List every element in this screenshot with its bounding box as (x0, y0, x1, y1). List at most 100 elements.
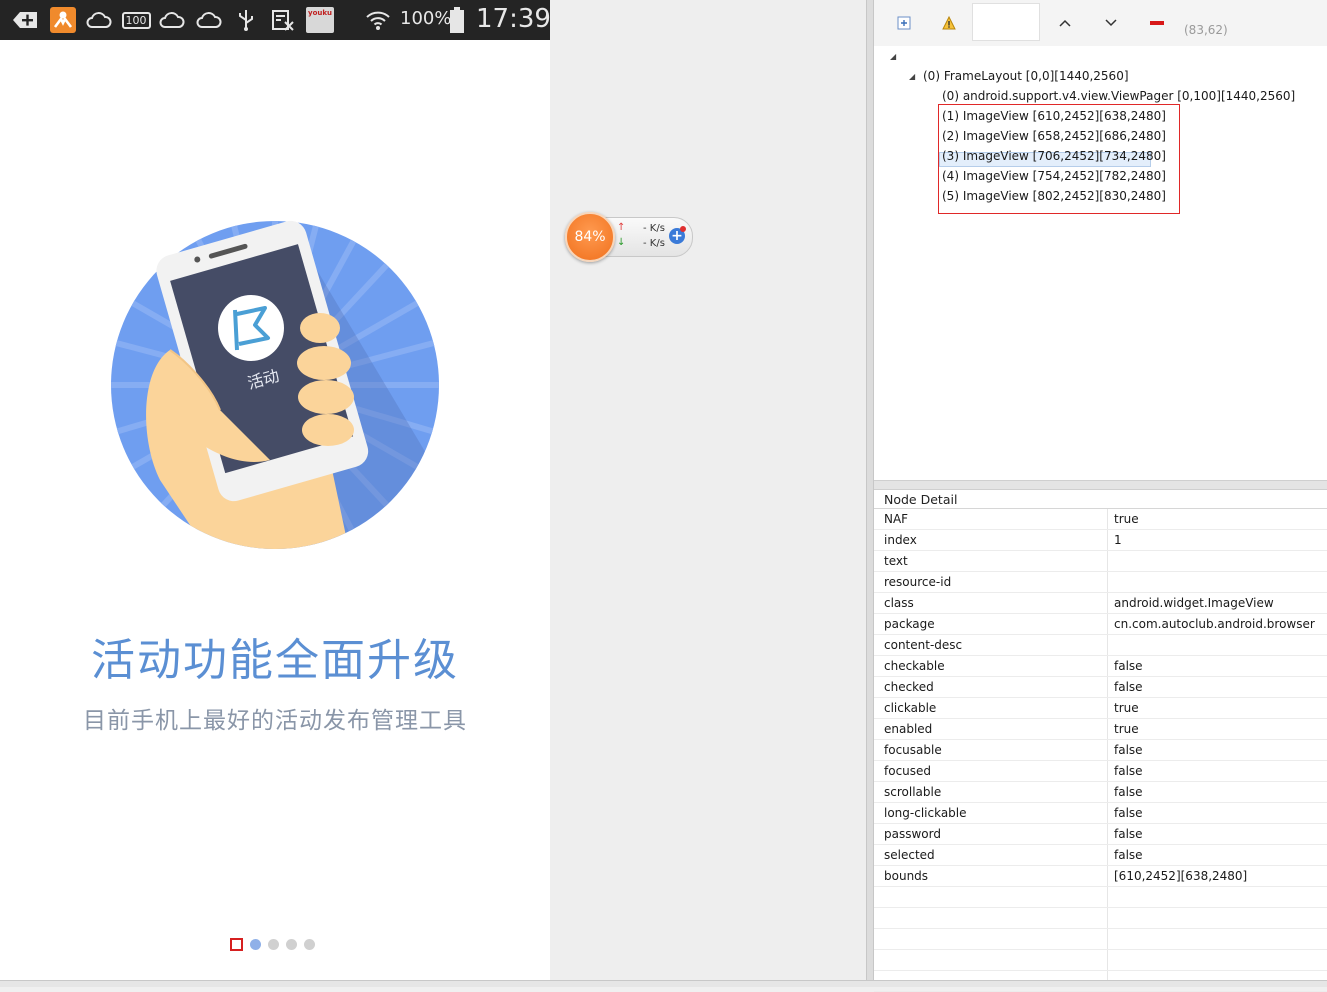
page-indicator (230, 937, 315, 951)
detail-key: resource-id (884, 575, 952, 589)
back-plus-icon (10, 5, 40, 35)
node-detail-title: Node Detail (884, 492, 958, 507)
detail-row[interactable]: enabled true (874, 719, 1327, 740)
detail-value: cn.com.autoclub.android.browser (1114, 617, 1315, 631)
page-dot-selected[interactable] (230, 937, 243, 951)
empty-canvas-area (550, 0, 868, 980)
page-dot[interactable] (286, 938, 297, 950)
upload-arrow-icon: ↑ (617, 222, 626, 233)
page-dot[interactable] (268, 938, 279, 950)
page-dot[interactable] (304, 938, 315, 950)
inspector-panel: (83,62) ◢ ◢ (0) FrameLayout [0,0][1440,2… (874, 0, 1327, 992)
calendar-x-icon (270, 5, 296, 35)
detail-value: false (1114, 764, 1143, 778)
subheadline: 目前手机上最好的活动发布管理工具 (83, 708, 467, 734)
detail-key: scrollable (884, 785, 942, 799)
detail-row[interactable]: class android.widget.ImageView (874, 593, 1327, 614)
chevron-down-icon[interactable] (1100, 12, 1122, 34)
detail-value: true (1114, 722, 1139, 736)
detail-row[interactable]: package cn.com.autoclub.android.browser (874, 614, 1327, 635)
notification-dot (680, 226, 686, 232)
battery-icon (448, 5, 466, 35)
hierarchy-tree: ◢ ◢ (0) FrameLayout [0,0][1440,2560] (0)… (878, 46, 1327, 480)
toolbar: (83,62) (874, 0, 1327, 46)
download-arrow-icon: ↓ (617, 237, 626, 248)
detail-value: false (1114, 848, 1143, 862)
wifi-icon (364, 5, 392, 35)
detail-row-empty (874, 929, 1327, 950)
detail-row[interactable]: focusable false (874, 740, 1327, 761)
tree-node[interactable]: (0) android.support.v4.view.ViewPager [0… (942, 88, 1295, 104)
app-notification-icon (49, 5, 77, 35)
detail-value: true (1114, 512, 1139, 526)
detail-row[interactable]: text (874, 551, 1327, 572)
detail-row[interactable]: focused false (874, 761, 1327, 782)
page-dot[interactable] (250, 938, 261, 950)
memory-percent: 84% (574, 229, 606, 245)
tree-root-toggle-icon[interactable]: ◢ (890, 52, 896, 61)
detail-value: 1 (1114, 533, 1122, 547)
cloud-icon (196, 5, 222, 35)
detail-value: false (1114, 659, 1143, 673)
badge-100-icon: 100 (121, 5, 151, 35)
status-bar: 100 youku 100% 17:39 (0, 0, 550, 40)
headline: 活动功能全面升级 (91, 635, 459, 686)
detail-value: [610,2452][638,2480] (1114, 869, 1248, 883)
detail-row-empty (874, 908, 1327, 929)
detail-key: focused (884, 764, 932, 778)
detail-key: clickable (884, 701, 937, 715)
detail-row[interactable]: selected false (874, 845, 1327, 866)
detail-value: false (1114, 806, 1143, 820)
detail-key: focusable (884, 743, 942, 757)
detail-key: class (884, 596, 914, 610)
cloud-icon (86, 5, 112, 35)
vertical-splitter[interactable] (866, 0, 874, 986)
detail-key: selected (884, 848, 935, 862)
detail-row[interactable]: bounds [610,2452][638,2480] (874, 866, 1327, 887)
network-speed-widget[interactable]: 84% ↑ ↓ - K/s - K/s + (565, 212, 693, 262)
detail-key: NAF (884, 512, 909, 526)
battery-percent: 100% (400, 8, 452, 29)
expand-all-icon[interactable] (893, 12, 915, 34)
detail-key: text (884, 554, 908, 568)
youku-icon: youku (305, 5, 335, 35)
chevron-up-icon[interactable] (1054, 12, 1076, 34)
download-speed: - K/s (643, 238, 665, 249)
detail-row[interactable]: NAF true (874, 509, 1327, 530)
detail-key: enabled (884, 722, 933, 736)
detail-row[interactable]: clickable true (874, 698, 1327, 719)
badge-100-label: 100 (121, 11, 151, 29)
detail-row[interactable]: content-desc (874, 635, 1327, 656)
detail-key: package (884, 617, 935, 631)
collapse-icon[interactable] (1146, 12, 1168, 34)
detail-key: index (884, 533, 917, 547)
detail-value: false (1114, 743, 1143, 757)
detail-row[interactable]: index 1 (874, 530, 1327, 551)
tree-toggle-icon[interactable]: ◢ (909, 72, 915, 81)
detail-row[interactable]: resource-id (874, 572, 1327, 593)
detail-value: true (1114, 701, 1139, 715)
detail-row[interactable]: scrollable false (874, 782, 1327, 803)
detail-value: false (1114, 827, 1143, 841)
upload-speed: - K/s (643, 223, 665, 234)
detail-value: false (1114, 785, 1143, 799)
detail-row[interactable]: long-clickable false (874, 803, 1327, 824)
detail-row[interactable]: password false (874, 824, 1327, 845)
detail-row[interactable]: checkable false (874, 656, 1327, 677)
usb-icon (236, 5, 256, 35)
detail-row[interactable]: checked false (874, 677, 1327, 698)
detail-key: long-clickable (884, 806, 967, 820)
memory-percent-circle[interactable]: 84% (565, 212, 615, 262)
youku-label: youku (306, 7, 334, 33)
flag-icon (218, 295, 284, 361)
detail-key: password (884, 827, 941, 841)
cloud-icon (159, 5, 185, 35)
warning-icon[interactable] (938, 12, 960, 34)
detail-key: checkable (884, 659, 945, 673)
detail-row-empty (874, 950, 1327, 971)
horizontal-splitter[interactable] (874, 480, 1327, 490)
search-input[interactable] (972, 3, 1040, 41)
annotation-box (938, 104, 1180, 214)
detail-key: bounds (884, 869, 929, 883)
tree-node[interactable]: (0) FrameLayout [0,0][1440,2560] (923, 68, 1129, 84)
